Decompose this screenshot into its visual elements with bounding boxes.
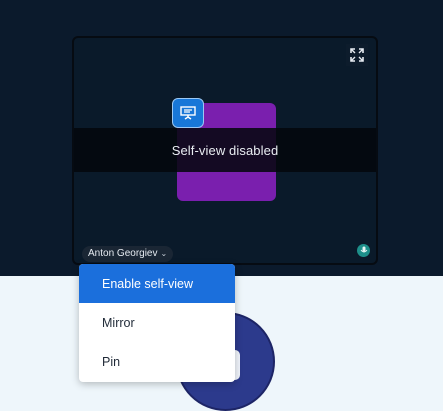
fullscreen-button[interactable] [346, 44, 368, 66]
screen-share-icon [172, 98, 204, 128]
self-view-disabled-overlay: Self-view disabled [74, 128, 376, 172]
menu-item-pin[interactable]: Pin [79, 342, 235, 381]
chevron-down-icon: ⌄ [160, 249, 168, 258]
participant-context-menu: Enable self-view Mirror Pin [79, 264, 235, 382]
self-view-status-text: Self-view disabled [171, 142, 279, 158]
microphone-icon [357, 244, 370, 257]
participant-name: Anton Georgiev [88, 248, 158, 259]
menu-item-enable-self-view[interactable]: Enable self-view [79, 264, 235, 303]
local-video-tile[interactable]: Self-view disabled Anton Georgiev ⌄ [72, 36, 378, 265]
participant-name-button[interactable]: Anton Georgiev ⌄ [82, 246, 174, 262]
fullscreen-icon [350, 48, 364, 62]
menu-item-mirror[interactable]: Mirror [79, 303, 235, 342]
